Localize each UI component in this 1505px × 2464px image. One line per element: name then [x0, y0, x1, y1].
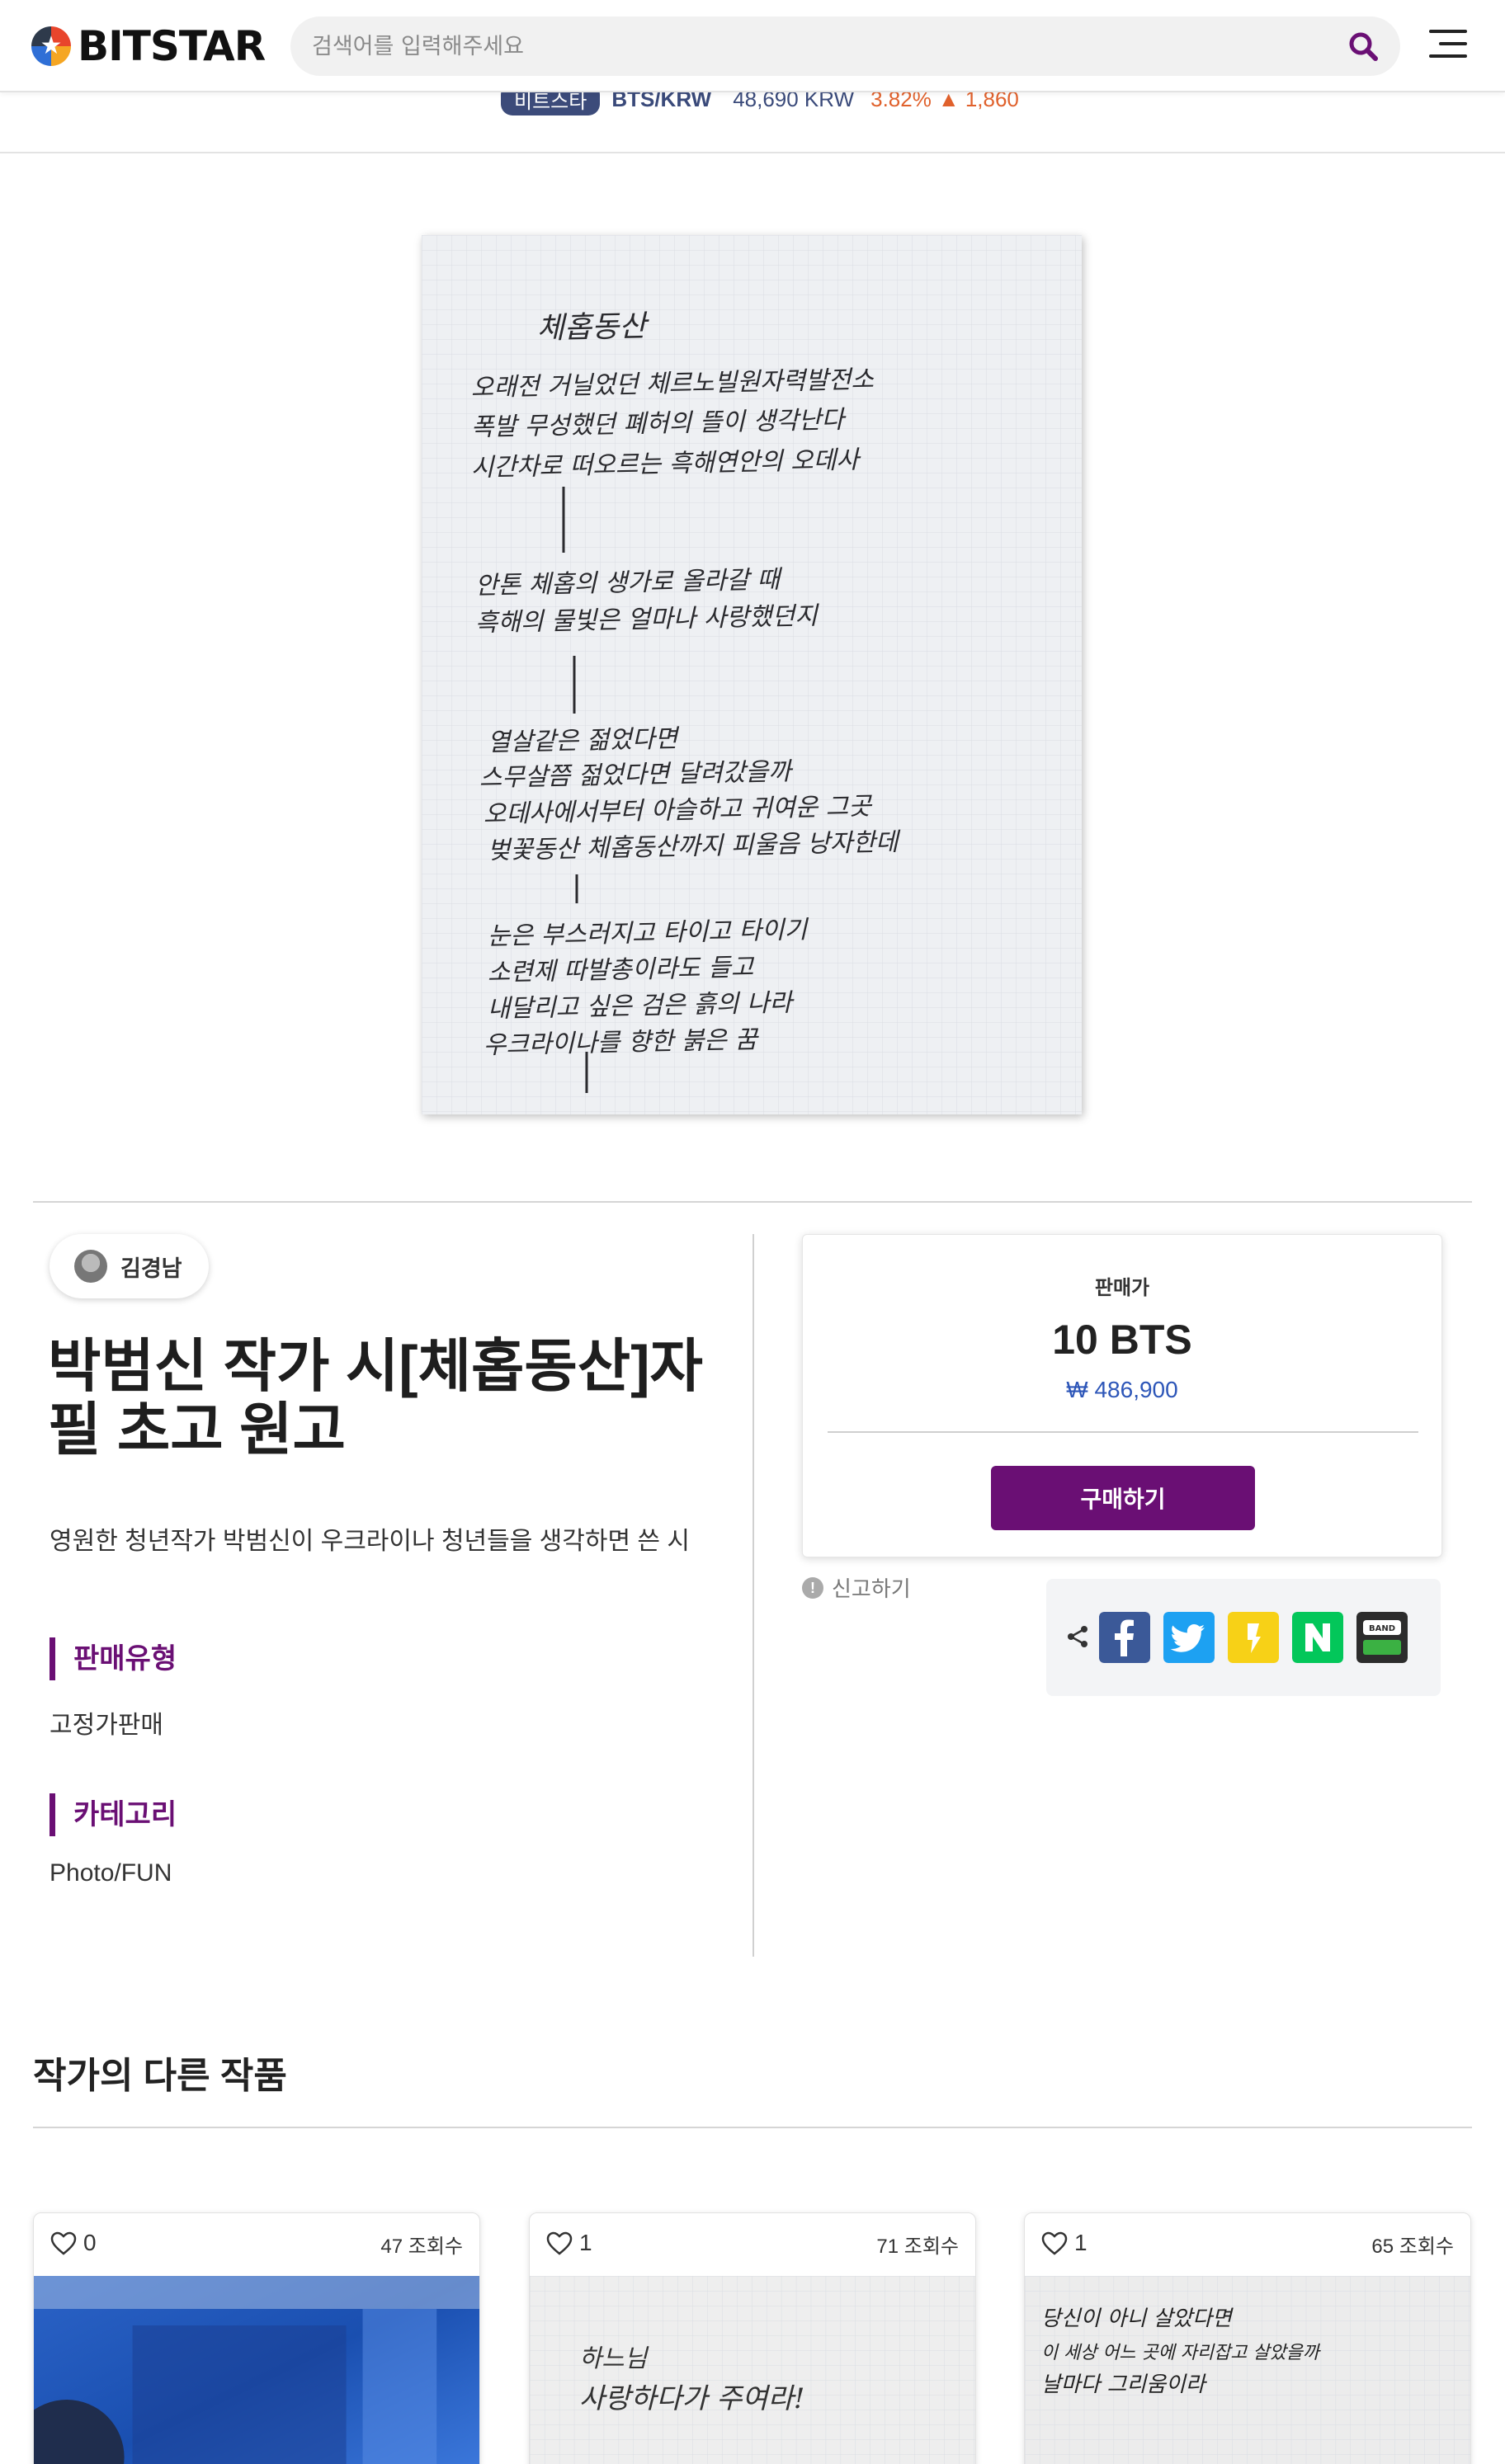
- work-card[interactable]: 0 47 조회수: [33, 2212, 480, 2464]
- avatar: [74, 1250, 107, 1283]
- info-icon: !: [802, 1576, 823, 1599]
- price-card: 판매가 10 BTS ₩ 486,900 구매하기: [802, 1234, 1442, 1557]
- like-count: 0: [83, 2230, 97, 2255]
- handwritten-manuscript: 체홉동산오래전 거닐었던 체르노빌원자력발전소폭발 무성했던 폐허의 뜰이 생각…: [422, 235, 1082, 1114]
- price-label: 판매가: [1094, 1277, 1150, 1299]
- view-count: 65 조회수: [1371, 2236, 1454, 2258]
- like-count: 1: [1074, 2230, 1087, 2255]
- author-chip[interactable]: 김경남: [50, 1234, 209, 1298]
- band-text: BAND: [1369, 1624, 1395, 1633]
- work-thumbnail: [34, 2276, 479, 2464]
- manuscript-line: 체홉동산: [536, 309, 649, 346]
- view-count: 47 조회수: [380, 2236, 463, 2258]
- price-krw: ₩ 486,900: [1066, 1377, 1178, 1402]
- twitter-icon[interactable]: [1163, 1612, 1215, 1663]
- kakaostory-icon[interactable]: [1228, 1612, 1279, 1663]
- like-count: 1: [579, 2230, 592, 2255]
- card3-line-2: 이 세상 어느 곳에 자리잡고 살았을까: [1041, 2343, 1322, 2363]
- site-header: BITSTAR: [0, 0, 1505, 92]
- manuscript-line: 소련제 따발총이라도 들고: [487, 953, 755, 987]
- card2-line-2: 사랑하다가 주여라!: [579, 2383, 805, 2415]
- section-divider-2: [33, 2127, 1472, 2128]
- category-label: 카테고리: [50, 1793, 177, 1836]
- heart-icon[interactable]: [1041, 2231, 1068, 2256]
- buy-button[interactable]: 구매하기: [991, 1466, 1255, 1530]
- card3-line-3: 날마다 그리움이라: [1041, 2372, 1208, 2397]
- share-bar: BAND: [1046, 1579, 1441, 1696]
- search-bar: [290, 16, 1400, 76]
- artwork-image[interactable]: 체홉동산 오래전 거닐었던 체르노빌원자력발전소 폭발 무성했던 폐허의 뜰이 생각…: [422, 235, 1082, 1114]
- card3-line-1: 당신이 아니 살았다면: [1041, 2306, 1234, 2331]
- logo-text: BITSTAR: [78, 22, 266, 70]
- report-link[interactable]: ! 신고하기: [802, 1572, 911, 1603]
- naver-icon[interactable]: [1292, 1612, 1343, 1663]
- hamburger-menu-icon[interactable]: [1429, 28, 1467, 59]
- column-divider: [752, 1234, 754, 1957]
- price-bts: 10 BTS: [1052, 1317, 1192, 1363]
- page-title: 박범신 작가 시[체홉동산]자필 초고 원고: [48, 1334, 703, 1462]
- facebook-icon[interactable]: [1099, 1612, 1150, 1663]
- search-icon[interactable]: [1346, 30, 1382, 63]
- sale-type-label: 판매유형: [50, 1637, 177, 1680]
- author-name: 김경남: [120, 1256, 182, 1281]
- product-description: 영원한 청년작가 박범신이 우크라이나 청년들을 생각하면 쓴 시: [50, 1528, 690, 1555]
- sale-type-value: 고정가판매: [50, 1712, 163, 1739]
- other-works-title: 작가의 다른 작품: [33, 2056, 287, 2096]
- manuscript-line: 우크라이나를 향한 붉은 꿈: [483, 1025, 759, 1060]
- bitstar-logo[interactable]: BITSTAR: [31, 22, 266, 70]
- work-card[interactable]: 1 65 조회수 당신이 아니 살았다면 이 세상 어느 곳에 자리잡고 살았을…: [1024, 2212, 1471, 2464]
- category-value: Photo/FUN: [50, 1859, 172, 1887]
- price-ticker: 비트스타 BTS/KRW 48,690 KRW 3.82% ▲ 1,860: [0, 82, 1505, 153]
- search-input[interactable]: [312, 16, 1319, 76]
- work-thumbnail: 하느님 사랑하다가 주여라!: [530, 2276, 975, 2464]
- band-icon[interactable]: BAND: [1356, 1612, 1408, 1663]
- work-card[interactable]: 1 71 조회수 하느님 사랑하다가 주여라!: [529, 2212, 976, 2464]
- heart-icon[interactable]: [50, 2231, 77, 2256]
- heart-icon[interactable]: [546, 2231, 573, 2256]
- manuscript-line: 열살같은 젊었다면: [487, 724, 680, 757]
- price-divider: [828, 1431, 1418, 1433]
- view-count: 71 조회수: [876, 2236, 959, 2258]
- section-divider: [33, 1201, 1472, 1203]
- report-label: 신고하기: [832, 1576, 911, 1601]
- work-thumbnail: 당신이 아니 살았다면 이 세상 어느 곳에 자리잡고 살았을까 날마다 그리움…: [1025, 2276, 1470, 2464]
- card2-line-1: 하느님: [579, 2344, 649, 2373]
- share-icon[interactable]: [1064, 1623, 1091, 1650]
- logo-icon: [31, 26, 71, 66]
